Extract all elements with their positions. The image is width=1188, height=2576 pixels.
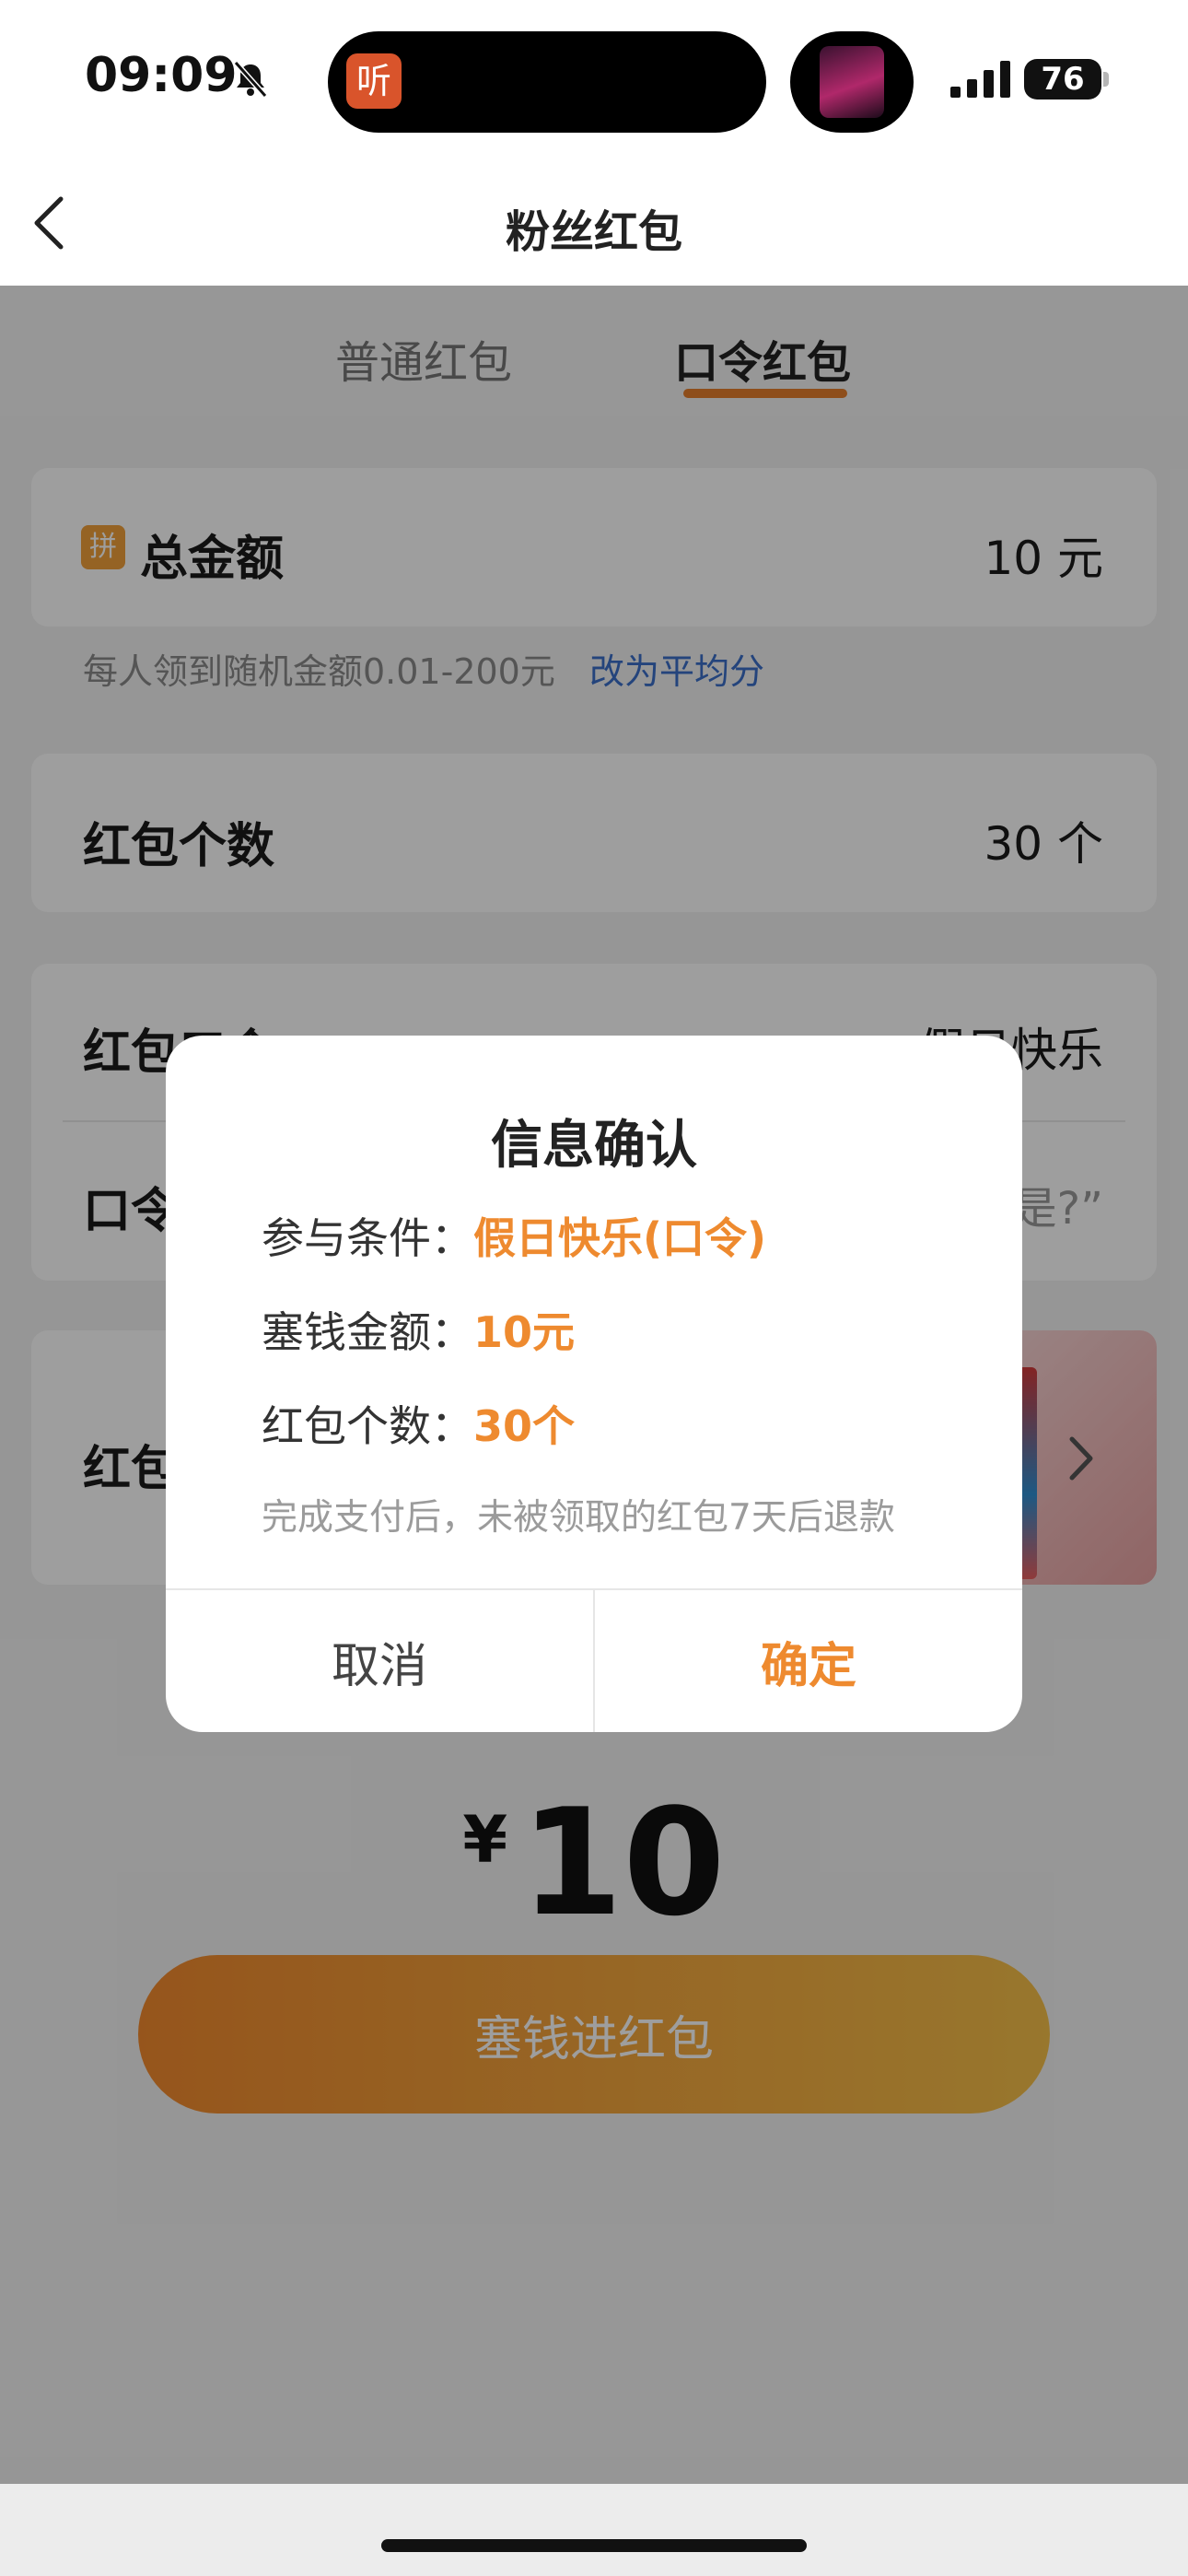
dialog-row-key: 塞钱金额： (262, 1307, 473, 1357)
nav-bar: 粉丝红包 (0, 157, 1188, 286)
battery-tip (1103, 72, 1109, 87)
home-indicator[interactable] (381, 2539, 807, 2552)
dialog-row-key: 红包个数： (262, 1401, 473, 1451)
dialog-row-key: 参与条件： (262, 1213, 473, 1263)
signal-icon (950, 61, 1010, 98)
dialog-row-value: 30个 (473, 1401, 576, 1451)
cancel-button[interactable]: 取消 (166, 1590, 593, 1732)
dialog-row-condition: 参与条件：假日快乐(口令) (262, 1205, 766, 1266)
status-time: 09:09 (85, 48, 238, 103)
dialog-title: 信息确认 (491, 1116, 697, 1176)
confirm-button[interactable]: 确定 (595, 1590, 1022, 1732)
confirm-dialog: 信息确认 参与条件：假日快乐(口令) 塞钱金额：10元 红包个数：30个 完成支… (166, 1036, 1022, 1732)
dialog-row-amount: 塞钱金额：10元 (262, 1299, 575, 1360)
dialog-refund-note: 完成支付后，未被领取的红包7天后退款 (262, 1497, 895, 1539)
page-title: 粉丝红包 (505, 206, 682, 258)
bell-slash-icon (233, 61, 268, 98)
dialog-row-value: 10元 (473, 1307, 576, 1357)
status-bar: 09:09 听 76 (0, 0, 1188, 157)
dialog-row-value: 假日快乐(口令) (473, 1213, 767, 1263)
listen-app-icon[interactable]: 听 (346, 53, 402, 109)
battery-icon: 76 (1024, 59, 1101, 100)
dialog-row-count: 红包个数：30个 (262, 1393, 575, 1454)
home-indicator-area (0, 2484, 1188, 2576)
album-art-icon (820, 46, 884, 118)
